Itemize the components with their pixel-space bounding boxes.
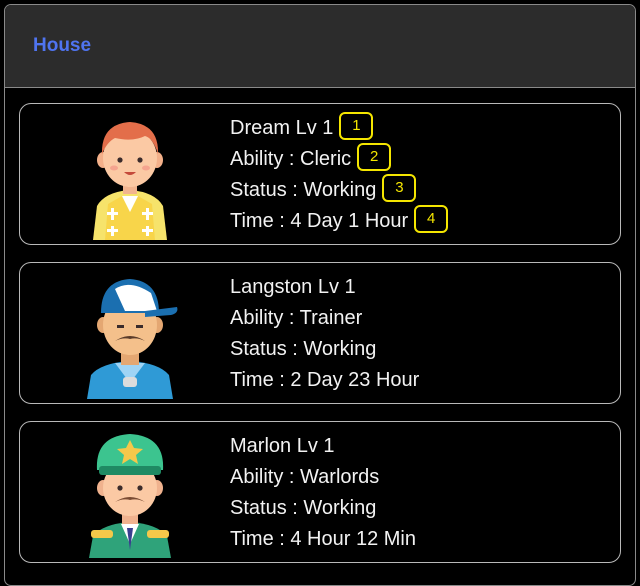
character-ability: Ability : Warlords [230, 466, 380, 488]
character-time: Time : 4 Hour 12 Min [230, 528, 416, 550]
character-info: Langston Lv 1 Ability : Trainer Status :… [230, 275, 419, 399]
coach-avatar-icon [75, 267, 185, 399]
annotation-marker: 4 [414, 205, 449, 233]
character-time: Time : 4 Day 1 Hour [230, 210, 409, 232]
panel-header: House [5, 5, 635, 88]
character-card-marlon[interactable]: Marlon Lv 1 Ability : Warlords Status : … [19, 421, 621, 563]
character-status: Status : Working [230, 497, 377, 519]
character-name: Marlon Lv 1 [230, 435, 335, 457]
annotation-marker: 1 [339, 112, 374, 140]
character-status: Status : Working [230, 179, 377, 201]
character-ability: Ability : Trainer [230, 307, 363, 329]
annotation-marker: 2 [357, 143, 392, 171]
priest-avatar-icon [75, 108, 185, 240]
character-name: Langston Lv 1 [230, 276, 356, 298]
character-name: Dream Lv 1 [230, 117, 334, 139]
character-time: Time : 2 Day 23 Hour [230, 369, 420, 391]
character-info: Dream Lv 1 1 Ability : Cleric 2 Status :… [230, 112, 449, 240]
character-info: Marlon Lv 1 Ability : Warlords Status : … [230, 434, 416, 558]
page-title: House [33, 35, 92, 56]
character-status: Status : Working [230, 338, 377, 360]
house-panel: House Dream Lv 1 1 Ability: Cleric 2 St… [4, 4, 636, 586]
character-card-dream[interactable]: Dream Lv 1 1 Ability : Cleric 2 Status :… [19, 103, 621, 245]
annotation-marker: 3 [382, 174, 417, 202]
character-card-langston[interactable]: Langston Lv 1 Ability : Trainer Status :… [19, 262, 621, 404]
character-ability: Ability : Cleric [230, 148, 352, 170]
general-avatar-icon [75, 426, 185, 558]
